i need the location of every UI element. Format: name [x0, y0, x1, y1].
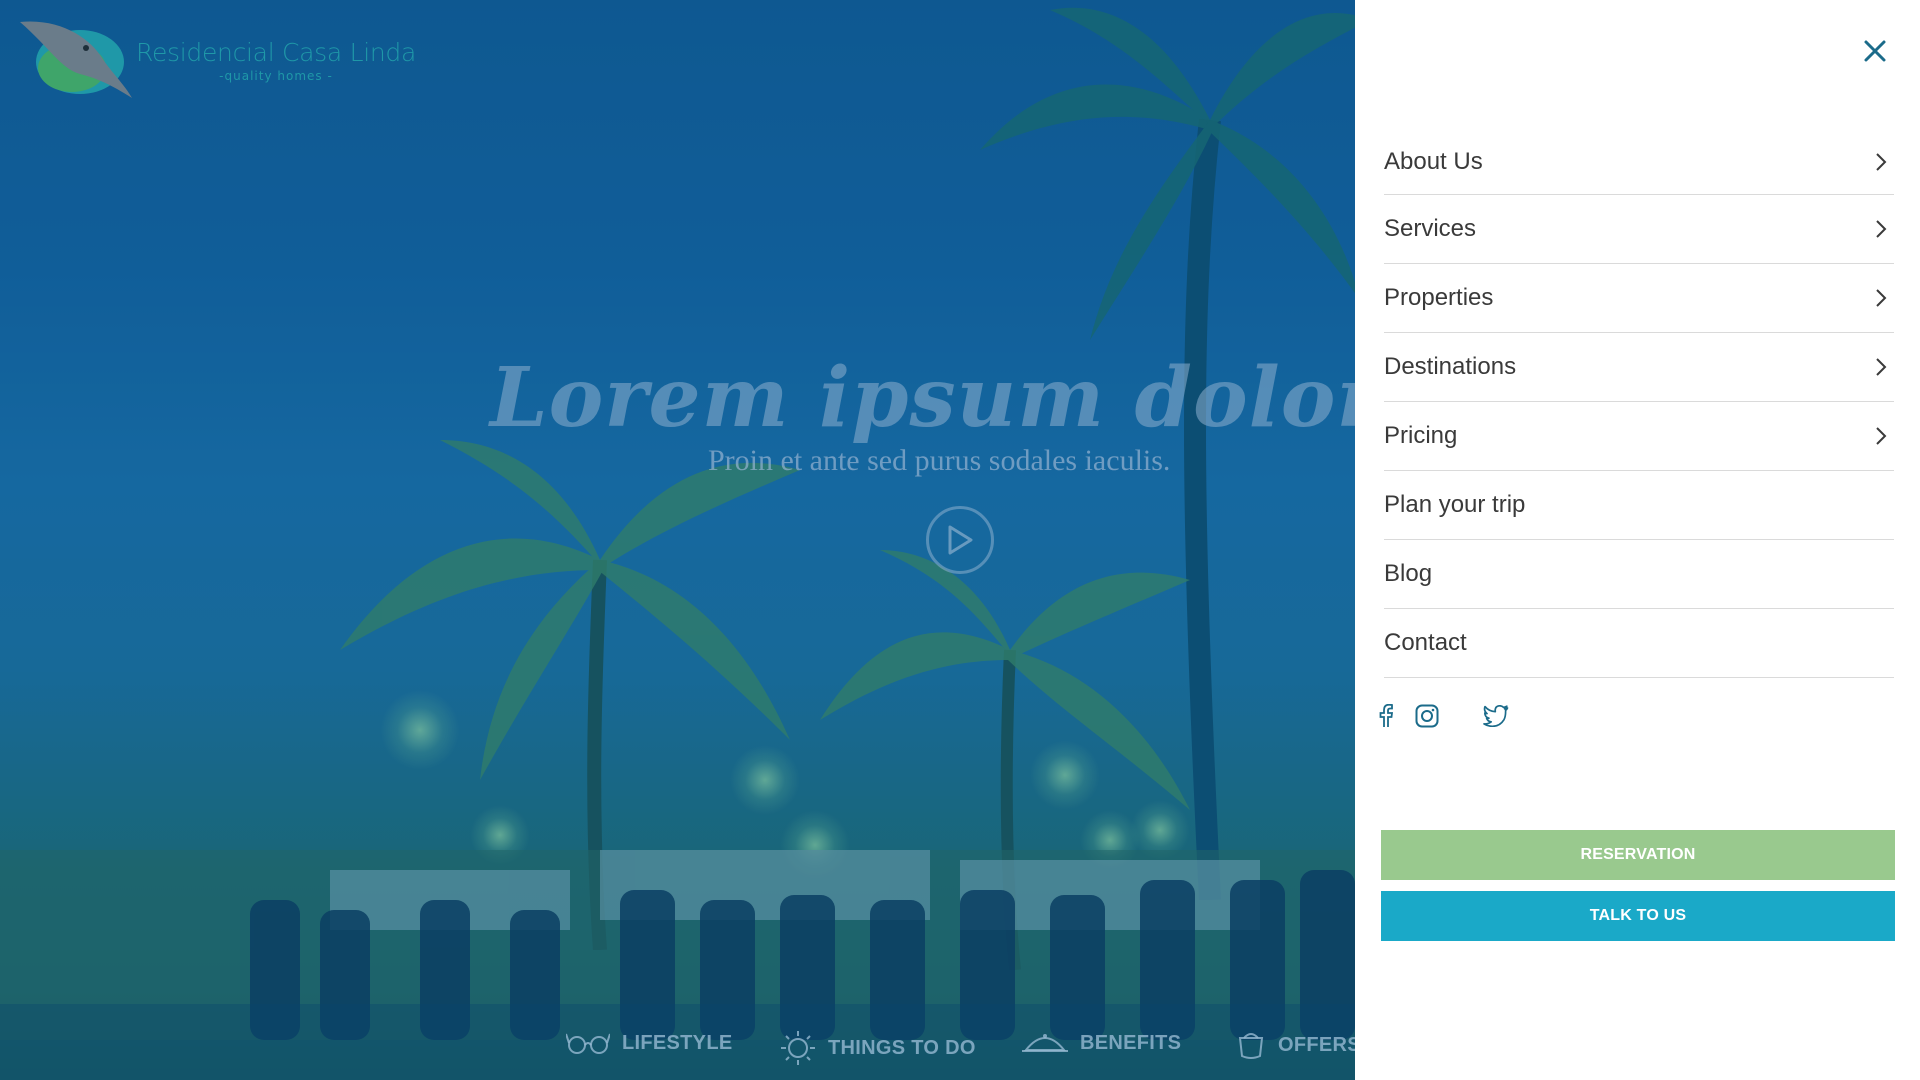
chevron-right-icon [1876, 358, 1887, 376]
close-menu-button[interactable] [1860, 36, 1890, 66]
instagram-icon[interactable] [1415, 704, 1439, 733]
menu-item-label: Plan your trip [1384, 491, 1526, 518]
main-menu: About Us Services Properties Destination… [1384, 129, 1894, 678]
menu-item-label: About Us [1384, 147, 1483, 175]
menu-item-destinations[interactable]: Destinations [1384, 333, 1894, 402]
menu-item-label: Contact [1384, 629, 1467, 656]
menu-item-services[interactable]: Services [1384, 195, 1894, 264]
play-circle-icon [948, 525, 973, 555]
bottom-nav-offers[interactable]: OFFERS [1236, 1030, 1355, 1060]
bottom-nav-benefits[interactable]: BENEFITS [1022, 1030, 1181, 1056]
menu-item-label: Destinations [1384, 353, 1517, 380]
facebook-icon[interactable] [1379, 703, 1394, 733]
play-video-button[interactable] [926, 506, 994, 574]
bottom-nav-label: THINGS TO DO [828, 1036, 976, 1059]
pot-icon [1238, 1033, 1264, 1059]
brand-logo[interactable]: Residencial Casa Linda -quality homes - [20, 18, 416, 98]
chevron-right-icon [1876, 152, 1887, 171]
sun-icon [781, 1031, 815, 1065]
reservation-button[interactable]: RESERVATION [1381, 830, 1895, 880]
menu-item-about-us[interactable]: About Us [1384, 129, 1894, 195]
menu-item-label: Pricing [1384, 422, 1458, 449]
bottom-nav: LIFESTYLE THINGS TO DO BENEFITS OFFERS [0, 1004, 1355, 1080]
dish-icon [1022, 1034, 1068, 1052]
menu-item-blog[interactable]: Blog [1384, 540, 1894, 609]
brand-name: Residencial Casa Linda [136, 38, 416, 67]
twitter-icon[interactable] [1483, 704, 1509, 732]
bottom-nav-label: LIFESTYLE [622, 1031, 733, 1054]
hero-subheadline: Proin et ante sed purus sodales iaculis. [708, 444, 1171, 477]
chevron-right-icon [1876, 220, 1887, 238]
bottom-nav-lifestyle[interactable]: LIFESTYLE [566, 1030, 732, 1056]
bottom-nav-label: BENEFITS [1080, 1031, 1182, 1054]
menu-item-properties[interactable]: Properties [1384, 264, 1894, 333]
brand-tagline: -quality homes - [219, 69, 333, 83]
chevron-right-icon [1876, 427, 1887, 445]
menu-item-plan-your-trip[interactable]: Plan your trip [1384, 471, 1894, 540]
close-icon [1864, 40, 1886, 62]
menu-item-contact[interactable]: Contact [1384, 609, 1894, 678]
menu-item-label: Blog [1384, 560, 1433, 587]
menu-item-label: Services [1384, 215, 1477, 242]
bird-logo-icon [20, 21, 132, 98]
talk-to-us-button[interactable]: TALK TO US [1381, 891, 1895, 941]
glasses-icon [566, 1033, 610, 1054]
menu-item-label: Properties [1384, 284, 1494, 311]
menu-item-pricing[interactable]: Pricing [1384, 402, 1894, 471]
side-menu-panel: About Us Services Properties Destination… [1355, 0, 1920, 1080]
bottom-nav-things-to-do[interactable]: THINGS TO DO [780, 1030, 976, 1066]
chevron-right-icon [1876, 289, 1887, 307]
social-links [1379, 703, 1509, 733]
bottom-nav-label: OFFERS [1278, 1033, 1355, 1056]
